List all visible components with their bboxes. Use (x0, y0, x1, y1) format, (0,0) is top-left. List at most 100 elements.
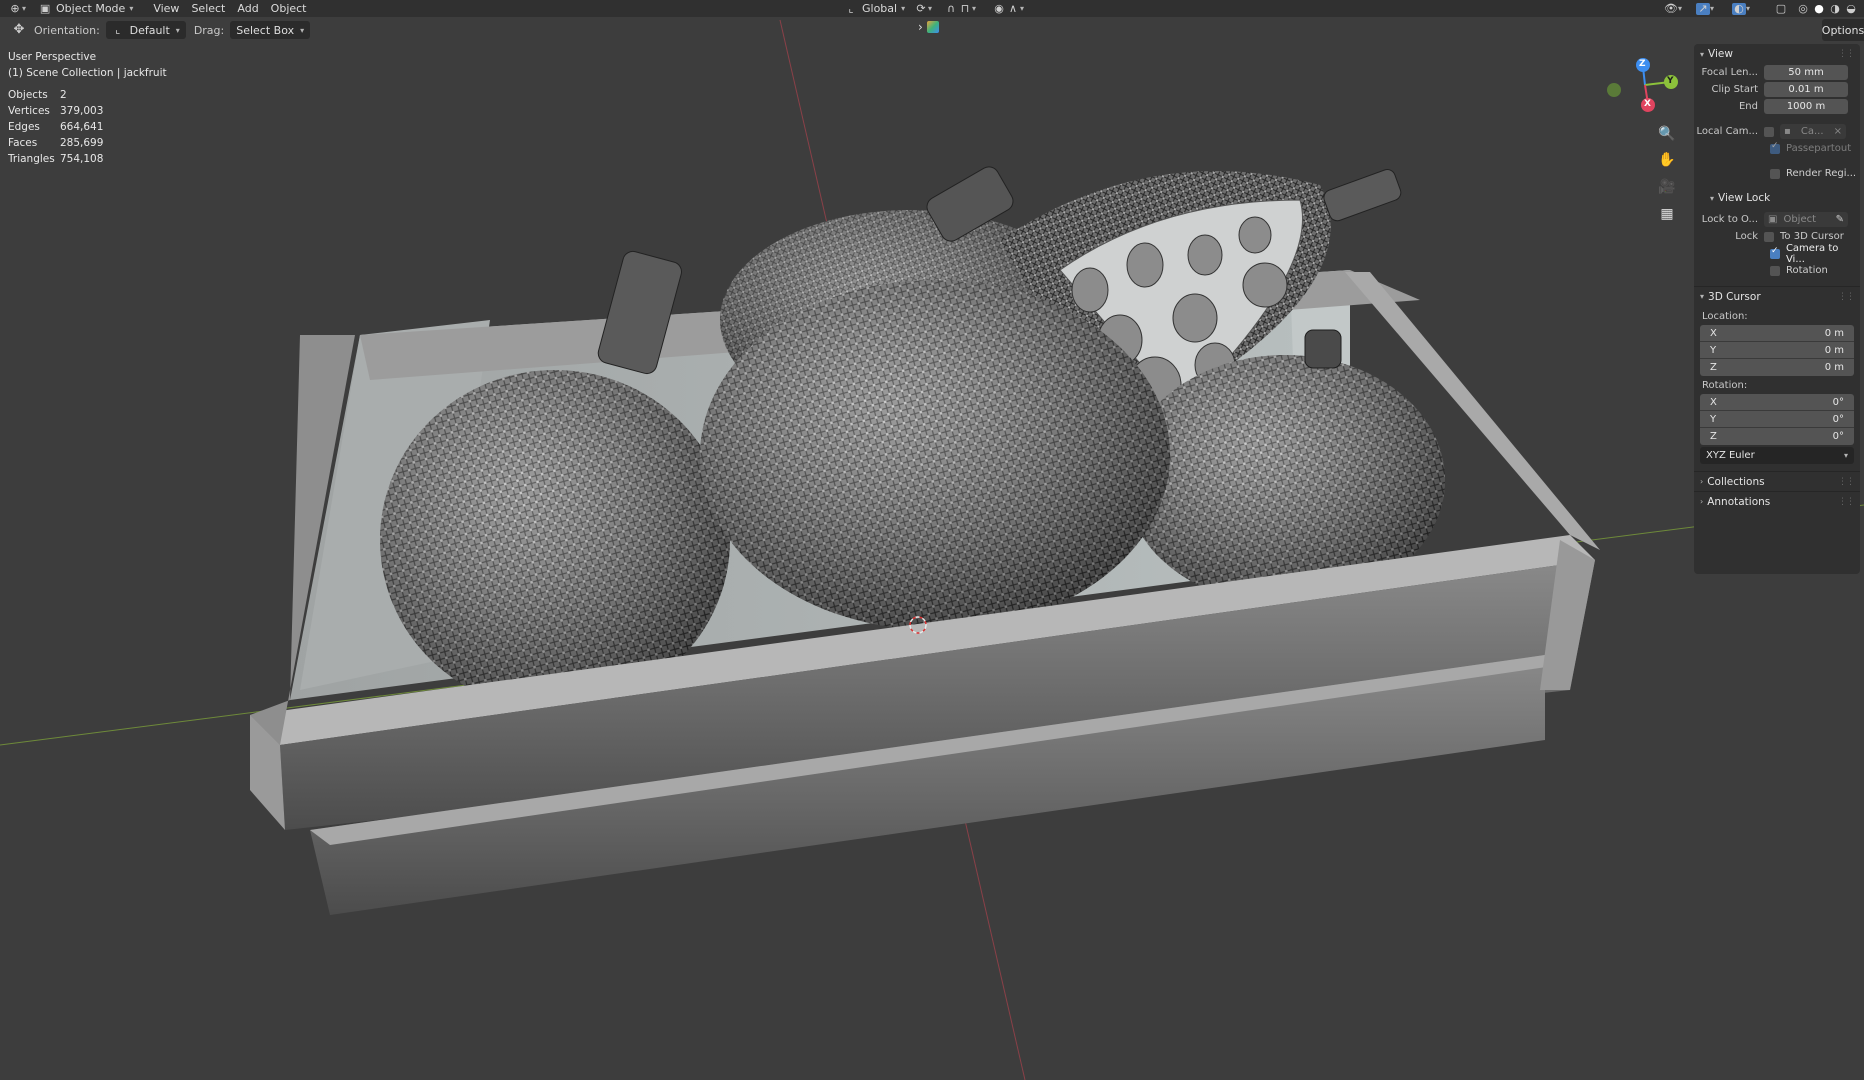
orientation-dropdown[interactable]: ⌞ Default ▾ (105, 21, 186, 39)
zoom-icon[interactable]: 🔍 (1656, 123, 1678, 145)
local-camera-checkbox[interactable] (1764, 126, 1774, 137)
chevron-right-icon: › (918, 20, 923, 34)
lock-rotation-row[interactable]: Rotation (1694, 262, 1860, 279)
collection-name: (1) Scene Collection | jackfruit (8, 67, 167, 79)
mode-dropdown[interactable]: ▣ Object Mode ▾ (32, 0, 139, 17)
rendered-shading-icon[interactable]: ◒ (1844, 2, 1858, 15)
object-mode-icon: ▣ (39, 1, 51, 15)
ortho-grid-icon[interactable]: ▦ (1656, 203, 1678, 225)
stat-vertices: Vertices 379,003 (8, 105, 104, 117)
3d-viewport[interactable] (0, 0, 1864, 1080)
stat-triangles: Triangles 754,108 (8, 153, 104, 165)
grip-icon[interactable]: ⋮⋮ (1838, 477, 1855, 487)
eye-icon: 👁 (1664, 1, 1678, 15)
tool-settings-bar: ✥ Orientation: ⌞ Default ▾ Drag: Select … (0, 17, 1864, 43)
grip-icon[interactable]: ⋮⋮ (1838, 497, 1855, 507)
cursor-rotation-z[interactable]: Z 0° (1700, 428, 1854, 445)
gizmo-z-label[interactable]: Z (1639, 59, 1646, 69)
grip-icon[interactable]: ⋮⋮ (1838, 49, 1855, 59)
rotation-label: Rotation: (1702, 380, 1748, 391)
drag-dropdown[interactable]: Select Box ▾ (230, 21, 311, 39)
eyedropper-icon[interactable]: ✎ (1836, 214, 1844, 225)
chevron-right-icon: › (1700, 497, 1704, 506)
local-camera-row: Local Cam... ▪ Ca... × (1694, 123, 1860, 140)
render-region-checkbox[interactable] (1770, 168, 1780, 179)
orientation-label: Orientation: (34, 23, 100, 37)
options-button[interactable]: Options (1822, 19, 1864, 41)
snap-target-icon: ⊓ (960, 1, 970, 15)
xray-icon: ▢ (1775, 1, 1787, 15)
proportional-edit-button[interactable]: ◉ ∧ ▾ (986, 0, 1030, 17)
snap-button[interactable]: ∩ ⊓ ▾ (938, 0, 982, 17)
default-orientation-icon: ⌞ (115, 23, 121, 36)
location-label: Location: (1702, 311, 1748, 322)
close-icon[interactable]: × (1834, 126, 1842, 137)
view-lock-section-header[interactable]: ▾ View Lock (1694, 188, 1860, 208)
pivot-icon: ⟳ (916, 1, 926, 15)
falloff-icon: ∧ (1008, 1, 1018, 15)
3d-cursor-section-header[interactable]: ▾ 3D Cursor ⋮⋮ (1694, 286, 1860, 306)
move-tool-icon[interactable]: ✥ (12, 23, 26, 36)
editor-type-button[interactable]: ⊕ ▾ (0, 0, 32, 17)
visibility-button[interactable]: 👁 ▾ (1658, 0, 1688, 17)
pan-hand-icon[interactable]: ✋ (1656, 149, 1678, 171)
shading-modes[interactable]: ◎ ● ◑ ◒ (1790, 0, 1864, 17)
gizmo-y-label[interactable]: Y (1667, 76, 1674, 86)
lock-to-cursor-checkbox[interactable] (1764, 231, 1774, 242)
menu-view[interactable]: View (147, 0, 185, 17)
gizmo-icon: ↗ (1696, 2, 1710, 15)
chevron-down-icon: ▾ (1700, 292, 1705, 301)
clip-start-field[interactable]: 0.01 m (1764, 82, 1848, 97)
rotation-mode-dropdown[interactable]: XYZ Euler ▾ (1700, 447, 1854, 464)
object-icon: ▣ (1768, 214, 1778, 225)
cursor-location-x[interactable]: X0 m (1700, 325, 1854, 342)
cursor-location-y[interactable]: Y0 m (1700, 342, 1854, 359)
passepartout-row[interactable]: Passepartout (1694, 140, 1860, 157)
cursor-rotation-y[interactable]: Y 0° (1700, 411, 1854, 428)
material-shading-icon[interactable]: ◑ (1828, 2, 1842, 15)
pivot-point-button[interactable]: ⟳ ▾ (908, 0, 938, 17)
lock-to-object-row: Lock to O... ▣ Object ✎ (1694, 211, 1860, 228)
header-bar: ⊕ ▾ ▣ Object Mode ▾ View Select Add Objec… (0, 0, 1864, 17)
gizmo-toggle[interactable]: ↗ ▾ (1690, 0, 1720, 17)
sidebar-panel: ▾ View ⋮⋮ Focal Len... 50 mm Clip Start … (1694, 44, 1860, 574)
menu-add[interactable]: Add (231, 0, 264, 17)
proportional-icon: ◉ (994, 1, 1004, 15)
view-name: User Perspective (8, 51, 97, 63)
clip-start-row: Clip Start 0.01 m (1694, 81, 1860, 98)
solid-shading-icon[interactable]: ● (1812, 2, 1826, 15)
cursor-rotation-x[interactable]: X 0° (1700, 394, 1854, 411)
collections-section-header[interactable]: › Collections ⋮⋮ (1694, 471, 1860, 491)
render-region-row[interactable]: Render Regi... (1694, 165, 1860, 182)
orientation-icon: ⌞ (848, 1, 854, 15)
menu-object[interactable]: Object (265, 0, 313, 17)
local-camera-field[interactable]: ▪ Ca... × (1780, 124, 1846, 139)
passepartout-checkbox[interactable] (1770, 141, 1780, 154)
jackfruit-stem (1323, 169, 1402, 222)
overlay-icon: ◐ (1732, 2, 1746, 15)
camera-to-view-row[interactable]: Camera to Vi... (1694, 243, 1860, 265)
chevron-down-icon: ▾ (1710, 193, 1715, 203)
cursor-location-vector: X0 m Y0 m Z0 m (1700, 325, 1854, 376)
region-toggle[interactable]: › (918, 20, 939, 34)
gizmo-x-label[interactable]: X (1644, 99, 1651, 109)
grip-icon[interactable]: ⋮⋮ (1838, 292, 1855, 302)
camera-icon: ▪ (1784, 126, 1791, 137)
focal-length-field[interactable]: 50 mm (1764, 65, 1848, 80)
lock-rotation-checkbox[interactable] (1770, 265, 1780, 276)
stat-faces: Faces 285,699 (8, 137, 104, 149)
menu-select[interactable]: Select (185, 0, 231, 17)
asset-icon (926, 21, 939, 33)
clip-end-field[interactable]: 1000 m (1764, 99, 1848, 114)
wireframe-shading-icon[interactable]: ◎ (1796, 2, 1810, 15)
annotations-section-header[interactable]: › Annotations ⋮⋮ (1694, 491, 1860, 511)
camera-view-icon[interactable]: 🎥 (1656, 176, 1678, 198)
camera-to-view-checkbox[interactable] (1770, 246, 1780, 259)
cursor-location-z[interactable]: Z0 m (1700, 359, 1854, 376)
view-section-header[interactable]: ▾ View ⋮⋮ (1694, 44, 1860, 64)
lock-to-object-field[interactable]: ▣ Object ✎ (1764, 212, 1848, 227)
overlay-toggle[interactable]: ◐ ▾ (1726, 0, 1756, 17)
focal-length-row: Focal Len... 50 mm (1694, 64, 1860, 81)
transform-orientation-dropdown[interactable]: ⌞ Global ▾ (838, 0, 911, 17)
editor-type-icon: ⊕ (10, 1, 20, 15)
